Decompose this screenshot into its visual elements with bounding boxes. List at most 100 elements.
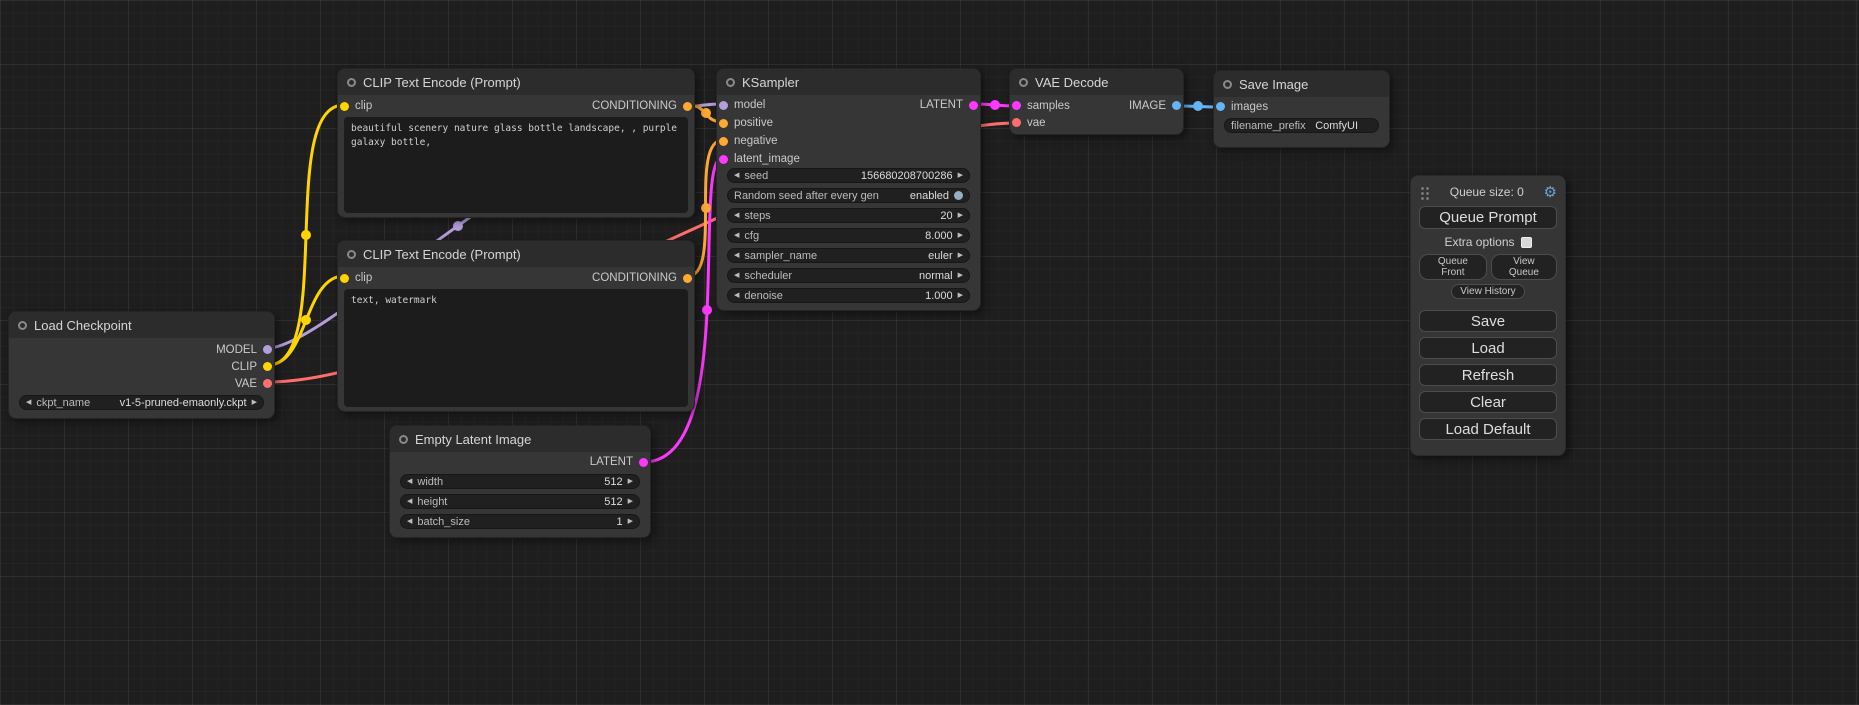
negative-input-slot[interactable] [719,137,728,146]
samples-input-slot[interactable] [1012,101,1021,110]
refresh-button[interactable]: Refresh [1419,364,1557,386]
model-input-slot[interactable] [719,101,728,110]
node-title-bar[interactable]: CLIP Text Encode (Prompt) [338,69,694,95]
collapse-dot-icon[interactable] [399,435,408,444]
batch-size-widget[interactable]: ◀ batch_size 1 ▶ [400,514,640,529]
prompt-textarea[interactable]: beautiful scenery nature glass bottle la… [344,117,688,213]
input-slot-row: latent_image [717,150,980,168]
width-widget[interactable]: ◀ width 512 ▶ [400,474,640,489]
decrement-arrow-icon[interactable]: ◀ [407,478,412,485]
decrement-arrow-icon[interactable]: ◀ [734,212,739,219]
collapse-dot-icon[interactable] [347,250,356,259]
increment-arrow-icon[interactable]: ▶ [958,232,963,239]
node-load-checkpoint[interactable]: Load Checkpoint MODEL CLIP VAE ◀ ckpt_na… [8,311,275,419]
decrement-arrow-icon[interactable]: ◀ [407,498,412,505]
collapse-dot-icon[interactable] [347,78,356,87]
node-save-image[interactable]: Save Image images filename_prefix ComfyU… [1213,70,1390,148]
extra-options-checkbox[interactable] [1521,237,1532,248]
increment-arrow-icon[interactable]: ▶ [252,399,257,406]
increment-arrow-icon[interactable]: ▶ [958,172,963,179]
increment-arrow-icon[interactable]: ▶ [958,272,963,279]
node-title-bar[interactable]: Load Checkpoint [9,312,274,338]
output-label: LATENT [920,99,963,111]
steps-widget[interactable]: ◀ steps 20 ▶ [727,208,970,223]
save-button[interactable]: Save [1419,310,1557,332]
collapse-dot-icon[interactable] [18,321,27,330]
toggle-indicator-icon[interactable] [954,191,963,200]
link-midpoint-dot [990,100,1000,110]
node-title: CLIP Text Encode (Prompt) [363,75,521,90]
drag-handle-icon[interactable] [1419,185,1430,200]
clip-input-slot[interactable] [340,102,349,111]
latent-image-input-slot[interactable] [719,155,728,164]
node-title: VAE Decode [1035,75,1108,90]
image-output-slot[interactable] [1172,101,1181,110]
conditioning-output-slot[interactable] [683,102,692,111]
link-midpoint-dot [702,305,712,315]
cfg-widget[interactable]: ◀ cfg 8.000 ▶ [727,228,970,243]
random-seed-toggle-widget[interactable]: Random seed after every gen enabled [727,188,970,203]
node-title: Empty Latent Image [415,432,531,447]
node-title-bar[interactable]: VAE Decode [1010,69,1183,95]
denoise-widget[interactable]: ◀ denoise 1.000 ▶ [727,288,970,303]
increment-arrow-icon[interactable]: ▶ [958,212,963,219]
latent-output-slot[interactable] [969,101,978,110]
node-title-bar[interactable]: Empty Latent Image [390,426,650,452]
increment-arrow-icon[interactable]: ▶ [628,478,633,485]
positive-input-slot[interactable] [719,119,728,128]
view-queue-button[interactable]: View Queue [1491,254,1557,280]
filename-prefix-widget[interactable]: filename_prefix ComfyUI [1224,118,1379,133]
view-history-button[interactable]: View History [1451,284,1524,299]
sampler-name-widget[interactable]: ◀ sampler_name euler ▶ [727,248,970,263]
increment-arrow-icon[interactable]: ▶ [628,498,633,505]
queue-prompt-button[interactable]: Queue Prompt [1419,206,1557,229]
node-clip-text-encode-positive[interactable]: CLIP Text Encode (Prompt) clip CONDITION… [337,68,695,218]
node-vae-decode[interactable]: VAE Decode IMAGE samples vae [1009,68,1184,135]
model-output-slot[interactable] [263,345,272,354]
scheduler-widget[interactable]: ◀ scheduler normal ▶ [727,268,970,283]
clear-button[interactable]: Clear [1419,391,1557,413]
decrement-arrow-icon[interactable]: ◀ [407,518,412,525]
queue-front-button[interactable]: Queue Front [1419,254,1487,280]
input-label: clip [355,100,372,112]
load-default-button[interactable]: Load Default [1419,418,1557,440]
increment-arrow-icon[interactable]: ▶ [628,518,633,525]
increment-arrow-icon[interactable]: ▶ [958,292,963,299]
seed-widget[interactable]: ◀ seed 156680208700286 ▶ [727,168,970,183]
node-title-bar[interactable]: CLIP Text Encode (Prompt) [338,241,694,267]
conditioning-output-slot[interactable] [683,274,692,283]
decrement-arrow-icon[interactable]: ◀ [734,292,739,299]
prompt-textarea[interactable]: text, watermark [344,289,688,407]
node-ksampler[interactable]: KSampler LATENT model positive negative … [716,68,981,311]
node-title-bar[interactable]: KSampler [717,69,980,95]
images-input-slot[interactable] [1216,102,1225,111]
vae-output-slot[interactable] [263,379,272,388]
extra-options-label: Extra options [1444,235,1514,249]
decrement-arrow-icon[interactable]: ◀ [734,172,739,179]
node-title-bar[interactable]: Save Image [1214,71,1389,97]
settings-gear-icon[interactable]: ⚙ [1544,185,1557,200]
node-title: KSampler [742,75,799,90]
collapse-dot-icon[interactable] [726,78,735,87]
collapse-dot-icon[interactable] [1223,80,1232,89]
node-graph-canvas[interactable]: Load Checkpoint MODEL CLIP VAE ◀ ckpt_na… [0,0,1859,705]
load-button[interactable]: Load [1419,337,1557,359]
node-clip-text-encode-negative[interactable]: CLIP Text Encode (Prompt) clip CONDITION… [337,240,695,412]
collapse-dot-icon[interactable] [1019,78,1028,87]
increment-arrow-icon[interactable]: ▶ [958,252,963,259]
node-empty-latent-image[interactable]: Empty Latent Image LATENT ◀ width 512 ▶ … [389,425,651,538]
clip-output-slot[interactable] [263,362,272,371]
input-label: images [1231,101,1268,113]
decrement-arrow-icon[interactable]: ◀ [734,272,739,279]
decrement-arrow-icon[interactable]: ◀ [734,232,739,239]
vae-input-slot[interactable] [1012,118,1021,127]
input-slot-row: vae [1010,114,1183,131]
decrement-arrow-icon[interactable]: ◀ [734,252,739,259]
link-midpoint-dot [701,108,711,118]
ckpt-name-widget[interactable]: ◀ ckpt_name v1-5-pruned-emaonly.ckpt ▶ [19,395,264,410]
clip-input-slot[interactable] [340,274,349,283]
decrement-arrow-icon[interactable]: ◀ [26,399,31,406]
link-midpoint-dot [301,315,311,325]
latent-output-slot[interactable] [639,458,648,467]
height-widget[interactable]: ◀ height 512 ▶ [400,494,640,509]
